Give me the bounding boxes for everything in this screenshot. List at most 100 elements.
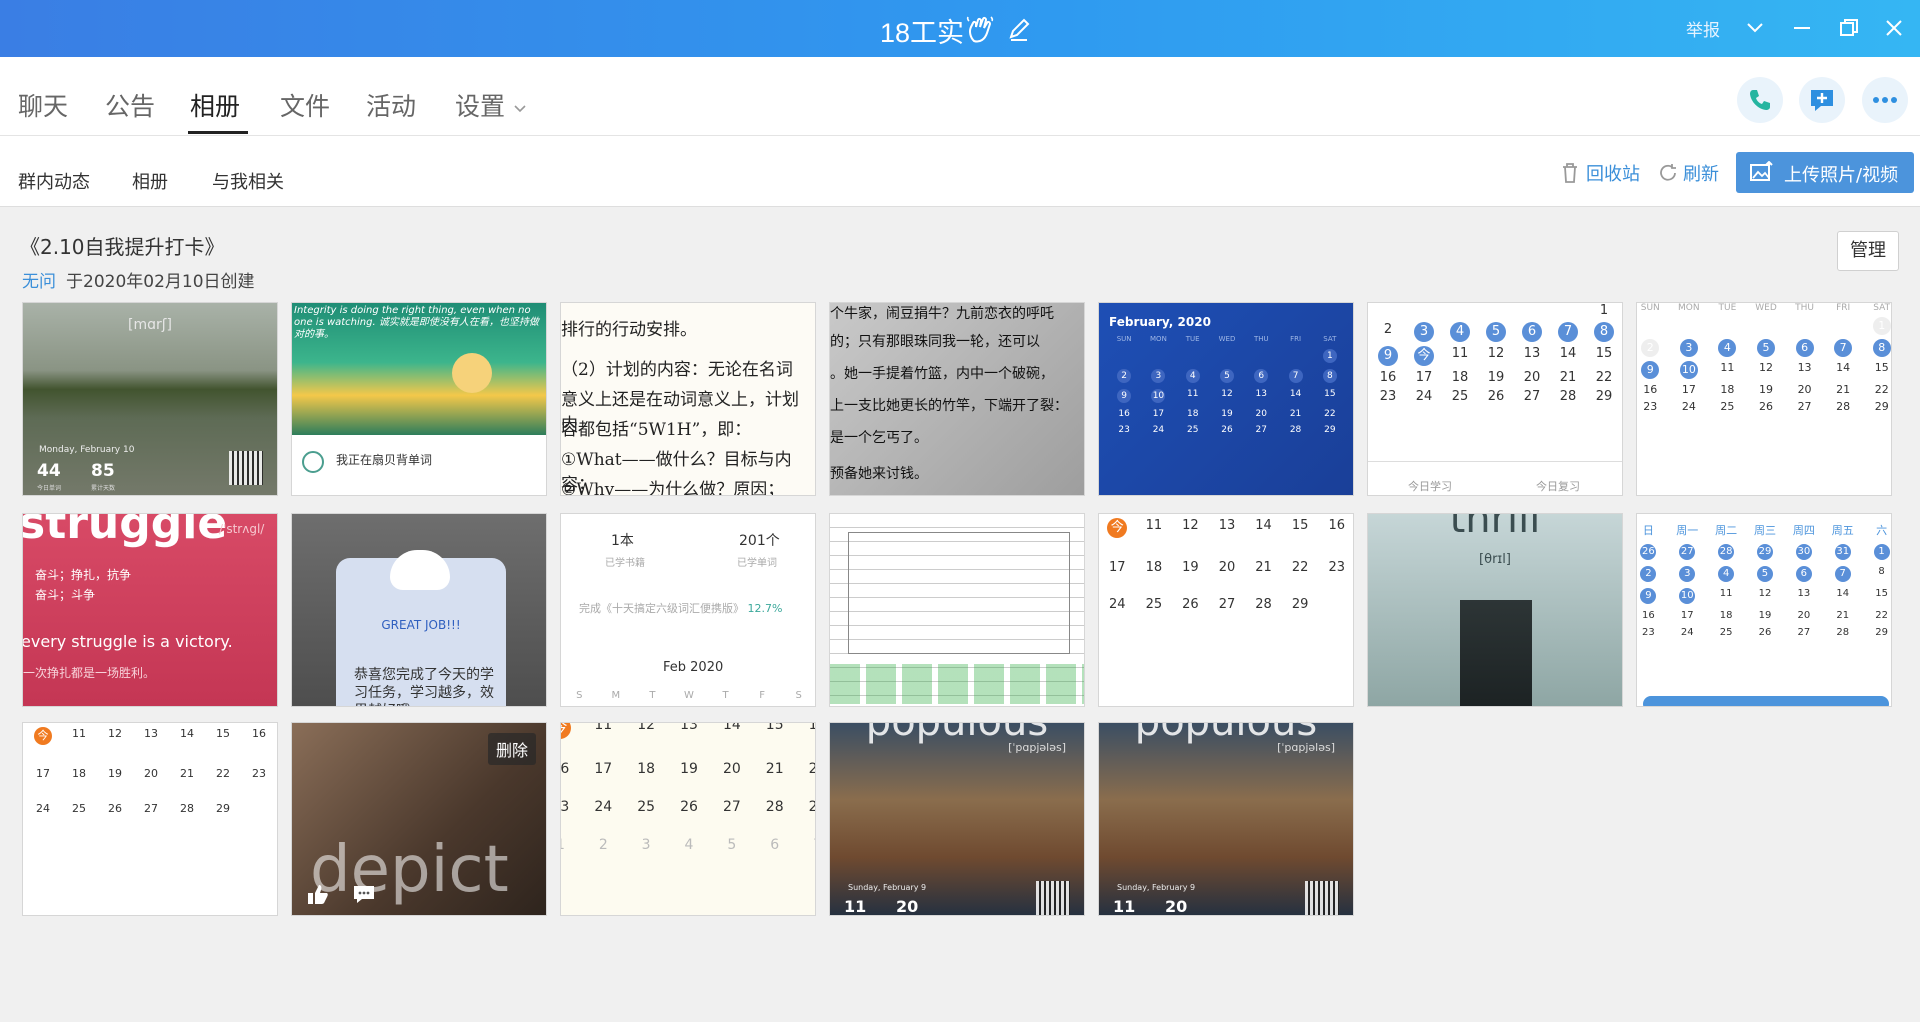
photo-10[interactable]: 1本 201个 已学书籍 已学单词 完成《十天搞定六级词汇便携版》 12.7% … bbox=[560, 513, 816, 707]
calendar-day: 周五 bbox=[1831, 524, 1854, 537]
calendar-day: 12 bbox=[1758, 361, 1773, 374]
photo-4[interactable]: 个牛家，闹豆捐牛？九前恋衣的呼吒 的；只有那眼珠同我一轮，还可以 。她一手提着竹… bbox=[829, 302, 1085, 496]
photo-8[interactable]: struggle /'strʌgl/ 奋斗；挣扎，抗争 奋斗；斗争 every … bbox=[22, 513, 278, 707]
calendar-day bbox=[1406, 303, 1442, 318]
calendar-day: 3 bbox=[1679, 339, 1698, 357]
tab-settings-label: 设置 bbox=[455, 93, 506, 121]
calendar-day bbox=[1442, 303, 1478, 318]
photo-15[interactable]: 今 11 12 13 14 15 16 17 18 19 20 21 22 23 24 25 26 27 28 29 bbox=[22, 722, 278, 916]
calendar-day: 22 bbox=[1595, 370, 1613, 385]
photo-6[interactable]: 1 2 3 4 5 6 7 8 9 今 11 12 13 14 15 16 17 18 19 20 21 22 23 24 25… bbox=[1367, 302, 1623, 496]
report-button[interactable]: 举报 bbox=[1686, 16, 1720, 41]
definition-line: 奋斗；斗争 bbox=[35, 588, 96, 602]
calendar-day: T bbox=[649, 690, 656, 701]
stat-value: 201个 bbox=[739, 533, 780, 549]
upload-button[interactable]: 上传照片/视频 bbox=[1736, 152, 1914, 193]
calendar-day: 5 bbox=[727, 837, 737, 853]
photo-17[interactable]: 今111213141516161718192021222324252627282… bbox=[560, 722, 816, 916]
calendar-day: 27 bbox=[1797, 400, 1812, 413]
calendar-day: 24 bbox=[1152, 425, 1165, 435]
delete-button[interactable]: 删除 bbox=[487, 733, 536, 765]
calendar-day: 23 bbox=[560, 799, 570, 815]
manage-button[interactable]: 管理 bbox=[1837, 231, 1899, 271]
stat-value: 1本 bbox=[611, 533, 634, 549]
recycle-bin-label: 回收站 bbox=[1586, 164, 1640, 185]
tab-files[interactable]: 文件 bbox=[280, 87, 330, 123]
photo-phonetic: /'strʌgl/ bbox=[219, 522, 265, 536]
calendar-day: 29 bbox=[1291, 597, 1309, 612]
calendar-day: 14 bbox=[1255, 518, 1272, 533]
calendar-day: 28 bbox=[1559, 389, 1577, 404]
like-icon[interactable] bbox=[306, 883, 330, 905]
definition-line: 奋斗；挣扎，抗争 bbox=[35, 568, 132, 582]
tab-announcement[interactable]: 公告 bbox=[105, 87, 155, 123]
photo-14[interactable]: 日周一 周二 周三 周四 周五六 26 27 28 29 30 31 1 2 3 4 5 6 7 8 9 10 11 12 1… bbox=[1636, 513, 1892, 707]
photo-16[interactable]: 删除 depict bbox=[291, 722, 547, 916]
calendar-day: 10 bbox=[1679, 361, 1698, 379]
calendar-day: 16 bbox=[1642, 610, 1655, 621]
wave-hand-icon[interactable] bbox=[964, 13, 996, 45]
tab-album[interactable]: 相册 bbox=[190, 87, 240, 123]
photo-19[interactable]: populous [ˈpɑpjələs] Sunday, February 9 … bbox=[1098, 722, 1354, 916]
photo-13[interactable]: thrill [θrɪl] bbox=[1367, 513, 1623, 707]
calendar-grid: SUN MON TUE WED THU FRI SAT 1 2 3 4 5 6 7 8 9 10 11 12 13 14… bbox=[1637, 303, 1891, 413]
tab-settings[interactable]: 设置 bbox=[455, 87, 529, 123]
footer-label: 今日学习 bbox=[1408, 480, 1452, 493]
active-tab-indicator bbox=[188, 131, 248, 134]
user-icon bbox=[302, 451, 324, 473]
calendar-day: 22 bbox=[216, 767, 230, 780]
photo-12[interactable]: 今 11 12 13 14 15 16 17 18 19 20 21 22 23 24 25 26 27 28 29 bbox=[1098, 513, 1354, 707]
calendar-day: 16 bbox=[796, 723, 815, 739]
upload-label: 上传照片/视频 bbox=[1784, 165, 1899, 186]
calendar-day: 1 bbox=[1322, 349, 1337, 363]
new-message-button[interactable] bbox=[1799, 77, 1845, 123]
photo-3[interactable]: 排行的行动安排。 （2）计划的内容：无论在名词 意义上还是在动词意义上，计划内 … bbox=[560, 302, 816, 496]
calendar-day: 3 bbox=[1151, 369, 1166, 383]
calendar-day: 12 bbox=[1487, 346, 1505, 361]
comment-icon[interactable] bbox=[352, 883, 376, 905]
subnav-group-feed[interactable]: 群内动态 bbox=[18, 168, 90, 194]
chevron-down-icon[interactable] bbox=[1741, 14, 1769, 42]
calendar-day: 18 bbox=[1720, 383, 1735, 396]
photo-date: Sunday, February 9 bbox=[1117, 883, 1196, 892]
photo-caption: 我正在扇贝背单词 bbox=[336, 453, 433, 467]
photo-18[interactable]: populous [ˈpɑpjələs] Sunday, February 9 … bbox=[829, 722, 1085, 916]
progress-text: 完成《十天搞定六级词汇便携版》 12.7% bbox=[579, 600, 782, 616]
photo-11[interactable] bbox=[829, 513, 1085, 707]
calendar-day: 22 bbox=[1324, 409, 1336, 419]
refresh-button[interactable]: 刷新 bbox=[1657, 160, 1719, 186]
calendar-day: 19 bbox=[1221, 409, 1233, 419]
calendar-day: 28 bbox=[1836, 400, 1851, 413]
photo-9[interactable]: GREAT JOB!!! 恭喜您完成了今天的学习任务，学习越多，效果越好哦 bbox=[291, 513, 547, 707]
calendar-day: 28 bbox=[1718, 544, 1735, 560]
calendar-day: 28 bbox=[765, 799, 784, 815]
calendar-day: 10 bbox=[1679, 588, 1696, 604]
calendar-day: 16 bbox=[252, 727, 266, 740]
close-icon[interactable] bbox=[1880, 14, 1908, 42]
photo-label-1: 今日单词 bbox=[37, 485, 62, 492]
subnav-albums[interactable]: 相册 bbox=[132, 168, 168, 194]
tab-chat[interactable]: 聊天 bbox=[18, 87, 68, 123]
call-button[interactable] bbox=[1737, 77, 1783, 123]
edit-icon[interactable] bbox=[1003, 13, 1035, 45]
calendar-day bbox=[1370, 303, 1406, 318]
calendar-day: 29 bbox=[1875, 627, 1888, 638]
album-author[interactable]: 无问 bbox=[22, 272, 56, 292]
calendar-day: 5 bbox=[1756, 339, 1775, 357]
recycle-bin-button[interactable]: 回收站 bbox=[1560, 160, 1640, 186]
restore-icon[interactable] bbox=[1835, 14, 1863, 42]
calendar-day: 17 bbox=[36, 767, 50, 780]
minimize-icon[interactable] bbox=[1788, 14, 1816, 42]
calendar-day: 3 bbox=[1414, 322, 1434, 342]
calendar-day: 今 bbox=[561, 723, 572, 739]
photo-2[interactable]: Integrity is doing the right thing, even… bbox=[291, 302, 547, 496]
subnav-related[interactable]: 与我相关 bbox=[212, 168, 284, 194]
calendar-day: 29 bbox=[1874, 400, 1889, 413]
tab-activity[interactable]: 活动 bbox=[366, 87, 416, 123]
refresh-icon bbox=[1660, 164, 1676, 181]
photo-1[interactable]: [mɑrʃ] Monday, February 10 44 85 今日单词 累计… bbox=[22, 302, 278, 496]
photo-7[interactable]: SUN MON TUE WED THU FRI SAT 1 2 3 4 5 6 7 8 9 10 11 12 13 14… bbox=[1636, 302, 1892, 496]
calendar-day: 29 bbox=[1756, 544, 1773, 560]
photo-5[interactable]: February, 2020 SUN MON TUE WED THU FRI SAT 1 2 3 4… bbox=[1098, 302, 1354, 496]
more-button[interactable] bbox=[1862, 77, 1908, 123]
